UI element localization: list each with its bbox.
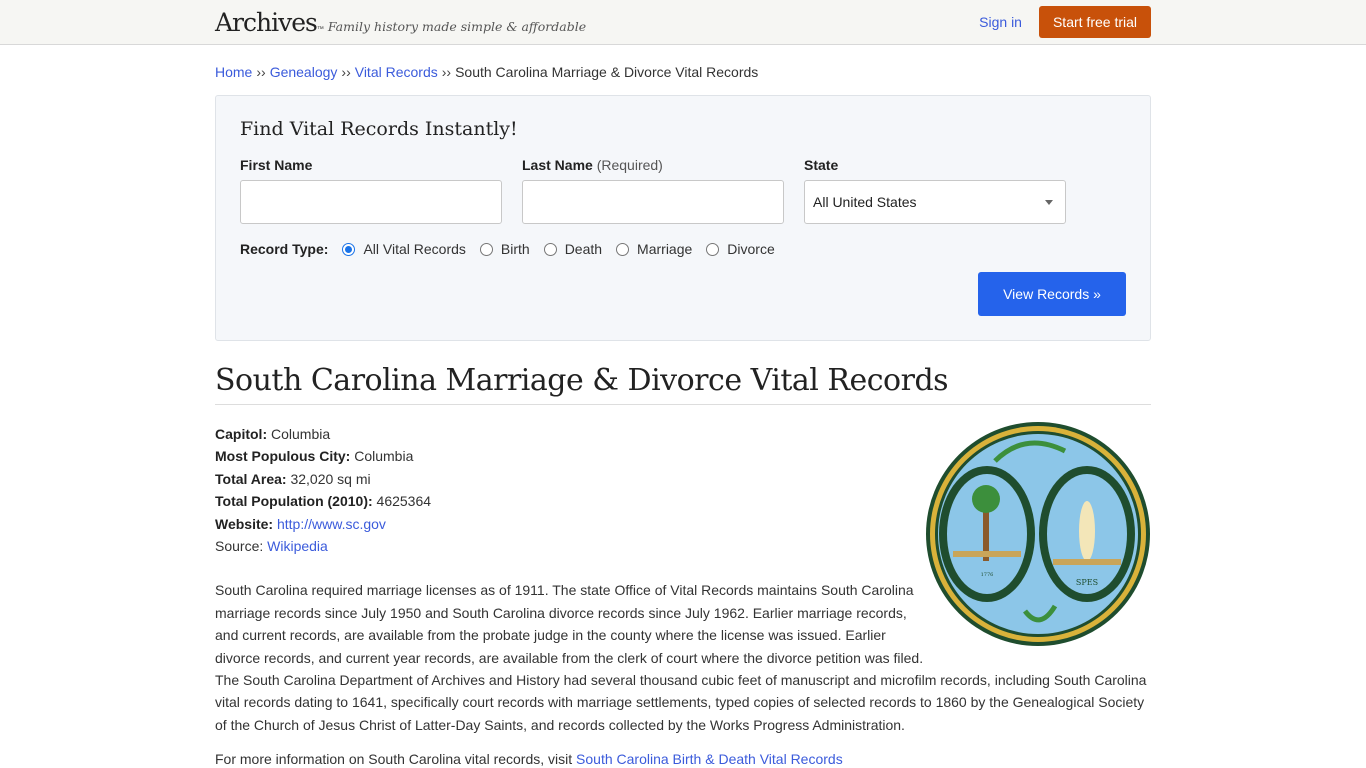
radio-button[interactable] — [706, 242, 720, 256]
last-name-field-group: Last Name (Required) — [522, 157, 784, 224]
seal-year-text: 1776 — [981, 572, 994, 578]
start-free-trial-button[interactable]: Start free trial — [1038, 6, 1151, 38]
radio-divorce[interactable]: Divorce — [706, 241, 775, 257]
radio-label: Marriage — [637, 241, 693, 257]
top-bar: Archives ™ Family history made simple & … — [0, 0, 1366, 45]
paragraph-archives-history: The South Carolina Department of Archive… — [215, 672, 1147, 733]
radio-death[interactable]: Death — [543, 241, 603, 257]
wikipedia-link[interactable]: Wikipedia — [267, 538, 328, 554]
radio-button[interactable] — [543, 242, 557, 256]
search-form: Find Vital Records Instantly! First Name… — [215, 95, 1151, 341]
palmetto-crown-icon — [972, 485, 1000, 513]
breadcrumb-separator: ›› — [256, 64, 266, 80]
radio-label: Birth — [500, 241, 530, 257]
first-name-label: First Name — [240, 157, 313, 173]
hope-figure-icon — [1079, 501, 1095, 561]
trademark-symbol: ™ — [316, 25, 324, 33]
radio-button[interactable] — [342, 242, 356, 256]
radio-label: Divorce — [727, 241, 775, 257]
state-select-value: All United States — [813, 194, 917, 210]
paragraph-more-info: For more information on South Carolina v… — [215, 751, 843, 768]
website-link[interactable]: http://www.sc.gov — [277, 516, 386, 532]
sign-in-link[interactable]: Sign in — [979, 14, 1022, 30]
seal-spes-text: SPES — [1076, 578, 1098, 587]
radio-birth[interactable]: Birth — [479, 241, 530, 257]
breadcrumb-home[interactable]: Home — [215, 64, 252, 80]
record-type-label: Record Type: — [240, 241, 329, 257]
state-field-group: State All United States — [804, 157, 1066, 224]
state-seal-image: SPES 1776 — [926, 422, 1150, 646]
birth-death-records-link[interactable]: South Carolina Birth & Death Vital Recor… — [576, 751, 843, 767]
brand[interactable]: Archives ™ Family history made simple & … — [215, 8, 586, 37]
site-logo[interactable]: Archives — [215, 8, 318, 37]
seal-ground-right — [1053, 559, 1121, 565]
breadcrumb-current: South Carolina Marriage & Divorce Vital … — [455, 64, 759, 80]
state-select[interactable]: All United States — [804, 180, 1066, 224]
page-title: South Carolina Marriage & Divorce Vital … — [215, 363, 1151, 405]
first-name-input[interactable] — [240, 180, 502, 224]
radio-label: Death — [564, 241, 603, 257]
radio-marriage[interactable]: Marriage — [616, 241, 692, 257]
first-name-field-group: First Name — [240, 157, 502, 224]
breadcrumb-separator: ›› — [441, 64, 452, 80]
state-label: State — [804, 157, 839, 173]
radio-all-vital-records[interactable]: All Vital Records — [342, 241, 466, 257]
search-title: Find Vital Records Instantly! — [240, 118, 518, 140]
radio-button[interactable] — [616, 242, 630, 256]
breadcrumb-vital-records[interactable]: Vital Records — [355, 64, 438, 80]
radio-label: All Vital Records — [363, 241, 466, 257]
site-tagline: Family history made simple & affordable — [327, 18, 587, 34]
breadcrumb: Home ›› Genealogy ›› Vital Records ›› South Ca… — [215, 64, 1151, 82]
last-name-label: Last Name (Required) — [522, 157, 784, 173]
last-name-input[interactable] — [522, 180, 784, 224]
breadcrumb-genealogy[interactable]: Genealogy — [270, 64, 338, 80]
view-records-button[interactable]: View Records » — [978, 272, 1126, 316]
record-type-group: Record Type: All Vital Records Birth Dea… — [240, 241, 1126, 257]
breadcrumb-separator: ›› — [341, 64, 351, 80]
required-note: (Required) — [596, 157, 663, 173]
chevron-down-icon — [1045, 199, 1053, 205]
paragraph-marriage-licenses: South Carolina required marriage license… — [215, 582, 924, 666]
last-name-label-text: Last Name — [522, 157, 593, 173]
main-content: SPES 1776 Capitol: Columbia Most Populou… — [215, 422, 1151, 768]
radio-button[interactable] — [479, 242, 493, 256]
seal-ground-left — [953, 551, 1021, 557]
